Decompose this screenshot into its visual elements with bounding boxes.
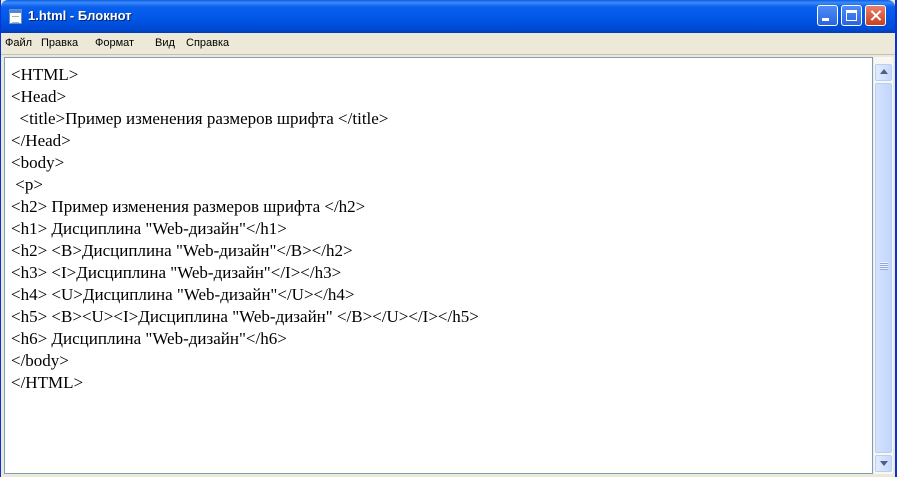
close-button[interactable] [865,5,886,26]
code-line: <h3> <I>Дисциплина "Web-дизайн"</I></h3> [11,263,342,282]
code-line: <h2> Пример изменения размеров шрифта </… [11,197,366,216]
title-bar[interactable]: 1.html - Блокнот [1,0,895,33]
text-editor[interactable]: <HTML> <Head> <title>Пример изменения ра… [4,57,873,474]
code-line: <h5> <B><U><I>Дисциплина "Web-дизайн" </… [11,307,479,326]
window-title: 1.html - Блокнот [28,8,132,23]
scroll-thumb[interactable] [875,83,892,453]
code-line: <h4> <U>Дисциплина "Web-дизайн"</U></h4> [11,285,355,304]
code-line: </HTML> [11,373,84,392]
background-strip [897,0,901,477]
code-line: <title>Пример изменения размеров шрифта … [11,109,389,128]
code-line: <body> [11,153,65,172]
notepad-icon[interactable] [9,9,22,24]
code-line: </body> [11,351,69,370]
code-line: <h1> Дисциплина "Web-дизайн"</h1> [11,219,287,238]
menu-format[interactable]: Формат [95,37,134,49]
menu-view[interactable]: Вид [155,37,175,49]
scroll-up-button[interactable] [875,64,892,81]
notepad-window: 1.html - Блокнот Файл Правка Формат Вид … [0,0,897,477]
code-line: <HTML> [11,65,79,84]
code-line: <h6> Дисциплина "Web-дизайн"</h6> [11,329,287,348]
maximize-button[interactable] [841,5,862,26]
grip-icon [880,262,888,270]
menu-bar: Файл Правка Формат Вид Справка [1,33,895,55]
minimize-button[interactable] [817,5,838,26]
arrow-up-icon [880,69,888,74]
vertical-scrollbar[interactable] [873,57,893,474]
close-icon [866,6,885,25]
code-line: </Head> [11,131,71,150]
menu-file[interactable]: Файл [5,37,32,49]
arrow-down-icon [880,461,888,466]
code-line: <p> [11,175,43,194]
minimize-icon [822,18,829,21]
scroll-down-button[interactable] [875,455,892,472]
menu-help[interactable]: Справка [186,37,229,49]
code-line: <Head> [11,87,67,106]
maximize-icon [846,10,857,21]
code-line: <h2> <B>Дисциплина "Web-дизайн"</B></h2> [11,241,353,260]
menu-edit[interactable]: Правка [41,37,78,49]
